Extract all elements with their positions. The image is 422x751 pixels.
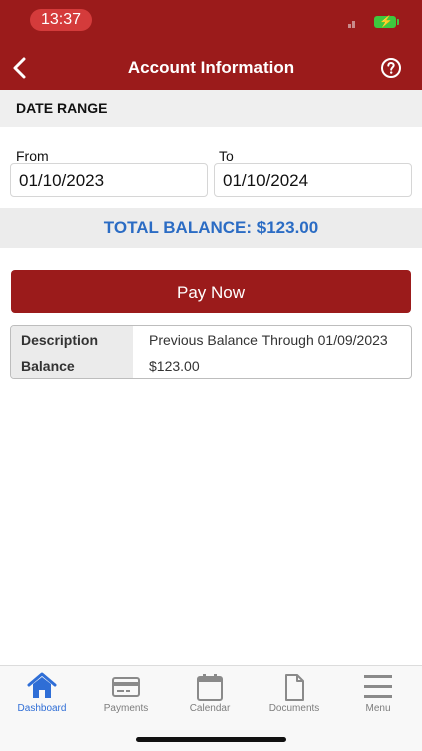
date-range-title: DATE RANGE — [16, 100, 108, 116]
pay-now-button[interactable]: Pay Now — [11, 270, 411, 313]
hamburger-menu-icon — [364, 675, 392, 698]
signal-icon — [348, 18, 360, 28]
tab-label-documents: Documents — [268, 703, 320, 714]
from-label: From — [16, 148, 49, 164]
balance-label: Balance — [21, 358, 75, 374]
to-label: To — [219, 148, 234, 164]
tab-payments[interactable]: Payments — [84, 666, 168, 726]
help-button[interactable] — [380, 57, 402, 79]
app-header: 13:37 ⚡ Account Information — [0, 0, 422, 90]
home-indicator — [136, 737, 286, 742]
total-balance: TOTAL BALANCE: $123.00 — [0, 208, 422, 248]
home-icon — [27, 672, 57, 698]
date-range-heading: DATE RANGE — [0, 90, 422, 127]
description-value: Previous Balance Through 01/09/2023 — [149, 332, 388, 348]
tab-dashboard[interactable]: Dashboard — [0, 666, 84, 726]
credit-card-icon — [112, 677, 140, 697]
page-title: Account Information — [127, 58, 295, 77]
tab-label-menu: Menu — [365, 703, 391, 714]
description-label: Description — [21, 332, 99, 348]
battery-icon: ⚡ — [374, 16, 396, 28]
document-icon — [285, 674, 304, 701]
battery-tip — [397, 19, 399, 25]
from-date-field[interactable]: 01/10/2023 — [10, 163, 208, 197]
tab-menu[interactable]: Menu — [336, 666, 420, 726]
balance-details-table: Description Previous Balance Through 01/… — [10, 325, 412, 379]
to-date-field[interactable]: 01/10/2024 — [214, 163, 412, 197]
calendar-icon — [197, 674, 223, 701]
balance-value: $123.00 — [149, 358, 200, 374]
tab-documents[interactable]: Documents — [252, 666, 336, 726]
tab-label-dashboard: Dashboard — [17, 703, 67, 714]
tab-label-payments: Payments — [103, 703, 149, 714]
tab-calendar[interactable]: Calendar — [168, 666, 252, 726]
tab-label-calendar: Calendar — [189, 703, 231, 714]
question-circle-icon — [381, 58, 401, 78]
status-time: 13:37 — [30, 9, 92, 31]
